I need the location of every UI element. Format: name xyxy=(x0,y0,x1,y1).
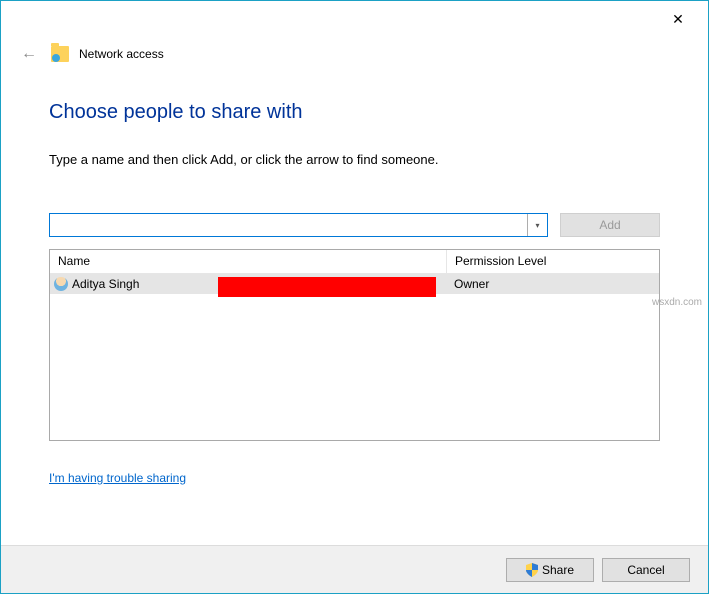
instruction-text: Type a name and then click Add, or click… xyxy=(49,152,660,167)
share-list: Name Permission Level Aditya Singh Owner xyxy=(49,249,660,441)
list-header: Name Permission Level xyxy=(50,250,659,274)
trouble-sharing-link[interactable]: I'm having trouble sharing xyxy=(49,471,186,485)
footer: Share Cancel xyxy=(1,545,708,593)
column-permission[interactable]: Permission Level xyxy=(446,250,659,273)
shield-icon xyxy=(526,563,538,577)
close-button[interactable]: ✕ xyxy=(656,5,700,33)
back-arrow-icon[interactable]: ← xyxy=(21,45,41,63)
network-folder-icon xyxy=(51,46,69,62)
page-heading: Choose people to share with xyxy=(49,101,660,124)
row-name-cell: Aditya Singh xyxy=(50,277,446,291)
list-row[interactable]: Aditya Singh Owner xyxy=(50,274,659,294)
user-input[interactable] xyxy=(50,214,527,236)
add-user-row: ▾ Add xyxy=(49,213,660,237)
dropdown-arrow-icon[interactable]: ▾ xyxy=(527,214,547,236)
close-icon: ✕ xyxy=(672,11,684,28)
share-button[interactable]: Share xyxy=(506,558,594,582)
header: ← Network access xyxy=(1,33,708,63)
user-combobox[interactable]: ▾ xyxy=(49,213,548,237)
share-button-label: Share xyxy=(542,563,574,577)
row-permission: Owner xyxy=(446,277,659,291)
window-title: Network access xyxy=(79,47,164,61)
row-name: Aditya Singh xyxy=(72,277,139,291)
user-icon xyxy=(54,277,68,291)
cancel-button[interactable]: Cancel xyxy=(602,558,690,582)
add-button[interactable]: Add xyxy=(560,213,660,237)
redacted-area xyxy=(218,277,436,297)
cancel-button-label: Cancel xyxy=(627,563,664,577)
column-name[interactable]: Name xyxy=(50,250,446,273)
watermark: wsxdn.com xyxy=(652,297,702,308)
